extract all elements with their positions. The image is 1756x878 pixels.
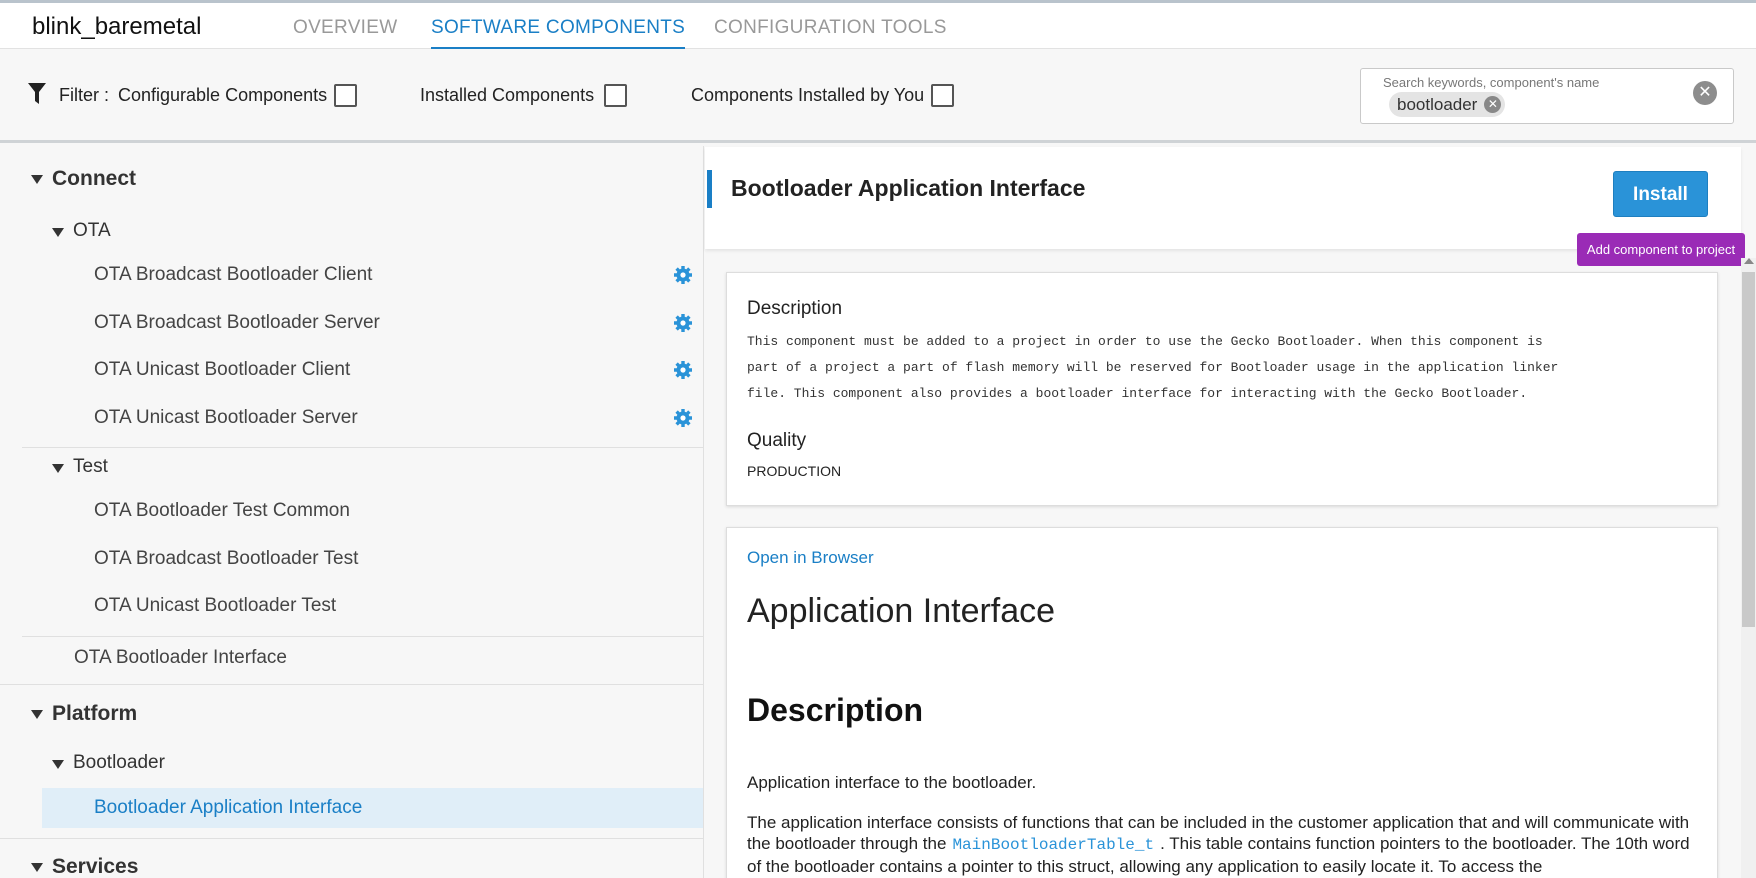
open-in-browser-link[interactable]: Open in Browser [747,548,874,568]
tree-item[interactable]: OTA Unicast Bootloader Client [94,359,350,381]
top-bar: blink_baremetal OVERVIEW SOFTWARE COMPON… [0,0,1756,50]
divider [0,838,703,839]
gear-icon[interactable] [673,408,693,428]
caret-down-icon[interactable] [52,760,64,769]
description-line: part of a project a part of flash memory… [747,360,1559,375]
installed-components-checkbox[interactable] [604,84,627,107]
doc-heading: Application Interface [747,592,1056,630]
component-tree: Connect OTA OTA Broadcast Bootloader Cli… [0,146,704,878]
doc-paragraph: The application interface consists of fu… [747,812,1707,877]
description-heading: Description [747,298,843,319]
tab-software-components[interactable]: SOFTWARE COMPONENTS [431,17,686,50]
caret-down-icon[interactable] [52,464,64,473]
tree-item[interactable]: OTA Unicast Bootloader Test [94,595,336,617]
divider [22,636,703,637]
tree-item-ota-bootloader-interface[interactable]: OTA Bootloader Interface [74,647,287,669]
tree-item[interactable]: OTA Broadcast Bootloader Server [94,312,380,334]
tab-overview[interactable]: OVERVIEW [293,17,397,39]
search-input[interactable]: Search keywords, component's name bootlo… [1360,68,1734,124]
quality-value: PRODUCTION [747,463,842,479]
scrollbar-thumb[interactable] [1742,272,1755,627]
tree-item[interactable]: OTA Unicast Bootloader Server [94,407,358,429]
description-card: Description This component must be added… [726,272,1718,506]
doc-intro: Application interface to the bootloader. [747,773,1037,792]
install-button[interactable]: Install [1613,171,1708,217]
tree-item-bootloader-application-interface[interactable]: Bootloader Application Interface [94,797,362,819]
caret-down-icon[interactable] [31,863,43,872]
gear-icon[interactable] [673,313,693,333]
search-chip-label: bootloader [1397,95,1478,114]
caret-down-icon[interactable] [31,710,43,719]
filter-installed-label: Installed Components [420,85,595,105]
gear-icon[interactable] [673,265,693,285]
gear-icon[interactable] [673,360,693,380]
caret-down-icon[interactable] [31,175,43,184]
tab-configuration-tools[interactable]: CONFIGURATION TOOLS [714,17,947,39]
divider [0,684,703,685]
filter-installed-by-you-label: Components Installed by You [691,85,925,105]
title-accent-bar [707,170,712,208]
installed-by-you-checkbox[interactable] [931,84,954,107]
caret-down-icon[interactable] [52,228,64,237]
doc-section-heading: Description [747,692,924,728]
filter-bar: Filter : Configurable Components Install… [0,49,1756,143]
quality-heading: Quality [747,430,807,451]
divider [22,447,703,448]
group-bootloader[interactable]: Bootloader [73,752,165,774]
tree-item[interactable]: OTA Broadcast Bootloader Client [94,264,372,286]
description-line: file. This component also provides a boo… [747,386,1528,401]
documentation-card: Open in Browser Application Interface De… [726,527,1718,878]
search-placeholder: Search keywords, component's name [1383,75,1600,90]
search-chip[interactable]: bootloader ✕ [1389,92,1506,117]
description-line: This component must be added to a projec… [747,334,1543,349]
category-services[interactable]: Services [52,855,138,878]
project-title: blink_baremetal [32,13,202,40]
chip-remove-icon[interactable]: ✕ [1484,96,1502,113]
configurable-components-checkbox[interactable] [334,84,357,107]
category-platform[interactable]: Platform [52,702,137,726]
tree-item[interactable]: OTA Broadcast Bootloader Test [94,548,358,570]
scroll-up-icon[interactable] [1744,258,1754,264]
filter-label: Filter : [59,85,110,105]
group-ota[interactable]: OTA [73,220,111,242]
filter-configurable-label: Configurable Components [118,85,328,105]
filter-icon [28,83,46,104]
category-connect[interactable]: Connect [52,167,136,191]
group-test[interactable]: Test [73,456,108,478]
component-title: Bootloader Application Interface [731,175,1086,201]
clear-search-icon[interactable]: ✕ [1693,81,1717,105]
code-snippet: MainBootloaderTable_t [952,836,1155,854]
install-tooltip: Add component to project [1577,233,1745,266]
tree-item[interactable]: OTA Bootloader Test Common [94,500,350,522]
